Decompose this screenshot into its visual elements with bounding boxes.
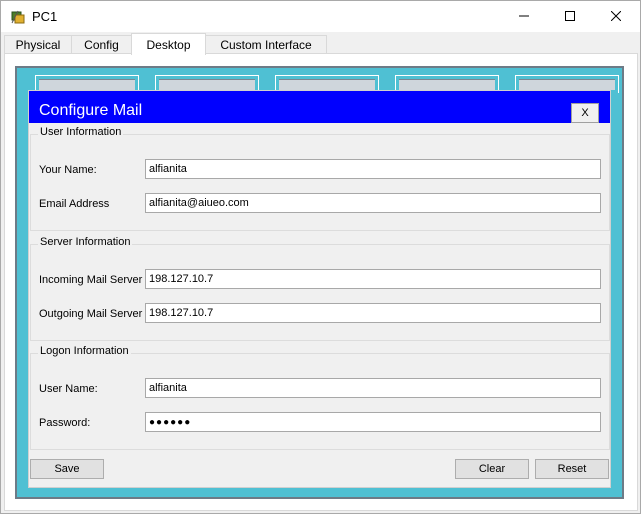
- logon-information-group: Logon Information User Name: alfianita P…: [30, 345, 610, 450]
- your-name-label: Your Name:: [39, 164, 97, 176]
- close-button[interactable]: [593, 1, 639, 32]
- tab-config[interactable]: Config: [71, 35, 132, 54]
- app-window: PC1 Physical Config Desktop Custom Inter…: [0, 0, 641, 514]
- incoming-mail-server-input[interactable]: 198.127.10.7: [145, 269, 601, 289]
- tab-physical[interactable]: Physical: [4, 35, 72, 54]
- user-name-input[interactable]: alfianita: [145, 378, 601, 398]
- email-address-input[interactable]: alfianita@aiueo.com: [145, 193, 601, 213]
- user-information-legend: User Information: [38, 126, 124, 138]
- logon-information-legend: Logon Information: [38, 345, 131, 357]
- your-name-input[interactable]: alfianita: [145, 159, 601, 179]
- tab-custom-interface[interactable]: Custom Interface: [205, 35, 327, 54]
- window-title: PC1: [32, 9, 58, 24]
- password-label: Password:: [39, 417, 91, 429]
- reset-button[interactable]: Reset: [535, 459, 609, 479]
- email-address-label: Email Address: [39, 198, 110, 210]
- outgoing-mail-server-input[interactable]: 198.127.10.7: [145, 303, 601, 323]
- maximize-button[interactable]: [547, 1, 593, 32]
- clear-button[interactable]: Clear: [455, 459, 529, 479]
- dialog-close-button[interactable]: X: [571, 103, 599, 123]
- dialog-title: Configure Mail: [39, 102, 143, 119]
- configure-mail-dialog: Configure Mail X User Information Your N…: [28, 90, 611, 488]
- password-input[interactable]: ●●●●●●: [145, 412, 601, 432]
- maximize-icon: [565, 10, 575, 24]
- window-titlebar[interactable]: PC1: [1, 1, 640, 32]
- minimize-icon: [519, 10, 529, 24]
- server-information-group: Server Information Incoming Mail Server …: [30, 236, 610, 341]
- dialog-titlebar: Configure Mail X: [29, 91, 610, 123]
- minimize-button[interactable]: [501, 1, 547, 32]
- user-information-group: User Information Your Name: alfianita Em…: [30, 126, 610, 231]
- packet-tracer-pc-icon: [10, 9, 26, 25]
- outgoing-mail-server-label: Outgoing Mail Server: [39, 308, 143, 320]
- tab-desktop[interactable]: Desktop: [131, 33, 206, 55]
- close-icon: [610, 10, 622, 24]
- save-button[interactable]: Save: [30, 459, 104, 479]
- incoming-mail-server-label: Incoming Mail Server: [39, 274, 143, 286]
- user-name-label: User Name:: [39, 383, 98, 395]
- server-information-legend: Server Information: [38, 236, 133, 248]
